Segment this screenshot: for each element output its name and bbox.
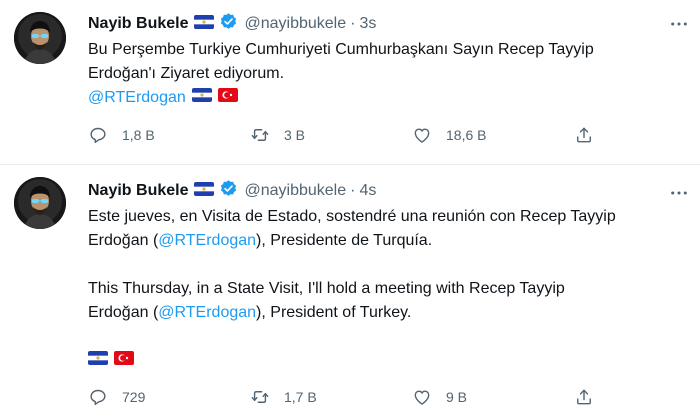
like-button[interactable]: 18,6 B xyxy=(412,125,574,145)
reply-count: 729 xyxy=(122,389,146,405)
turkey-flag-icon xyxy=(218,86,238,110)
retweet-icon xyxy=(250,125,270,145)
text-segment: Erdoğan ( xyxy=(88,304,159,321)
separator: · xyxy=(350,15,356,32)
el-salvador-flag-icon xyxy=(194,182,214,201)
action-bar: 729 1,7 B 9 B xyxy=(88,387,640,407)
turkey-flag-icon xyxy=(114,349,134,373)
reply-icon xyxy=(88,387,108,407)
like-count: 9 B xyxy=(446,389,468,405)
display-name[interactable]: Nayib Bukele xyxy=(88,182,188,200)
flags-row xyxy=(88,349,616,373)
reply-icon xyxy=(88,125,108,145)
avatar[interactable] xyxy=(14,12,66,64)
avatar-icon xyxy=(14,12,66,64)
avatar[interactable] xyxy=(14,177,66,229)
mention-row: @RTErdogan xyxy=(88,86,594,110)
tweet[interactable]: Nayib Bukele @nayibbukele · 4s Este juev… xyxy=(0,165,700,420)
el-salvador-flag-icon xyxy=(88,349,108,373)
text-line: Erdoğan'ı Ziyaret ediyorum. xyxy=(88,65,285,82)
text-line: Este jueves, en Visita de Estado, sosten… xyxy=(88,208,616,225)
mention-link[interactable]: @RTErdogan xyxy=(158,304,256,321)
tweet[interactable]: Nayib Bukele @nayibbukele · 3s Bu Perşem… xyxy=(0,0,700,165)
reply-count: 1,8 B xyxy=(122,127,155,143)
text-segment: Erdoğan ( xyxy=(88,232,159,249)
like-icon xyxy=(412,387,432,407)
text-segment: ), President of Turkey. xyxy=(256,304,412,321)
text-line: Erdoğan (@RTErdogan), President of Turke… xyxy=(88,301,616,325)
like-button[interactable]: 9 B xyxy=(412,387,574,407)
handle[interactable]: @nayibbukele xyxy=(244,182,346,200)
like-icon xyxy=(412,125,432,145)
display-name[interactable]: Nayib Bukele xyxy=(88,15,188,33)
mention-link[interactable]: @RTErdogan xyxy=(158,232,256,249)
mention-link[interactable]: @RTErdogan xyxy=(88,86,186,110)
reply-button[interactable]: 729 xyxy=(88,387,250,407)
tweet-text: Este jueves, en Visita de Estado, sosten… xyxy=(88,205,616,373)
share-button[interactable] xyxy=(574,125,594,145)
text-segment: ), Presidente de Turquía. xyxy=(256,232,433,249)
retweet-count: 3 B xyxy=(284,127,306,143)
like-count: 18,6 B xyxy=(446,127,487,143)
action-bar: 1,8 B 3 B 18,6 B xyxy=(88,125,640,145)
tweet-header: Nayib Bukele @nayibbukele · 4s xyxy=(88,179,376,203)
text-line: Erdoğan (@RTErdogan), Presidente de Turq… xyxy=(88,229,616,253)
separator: · xyxy=(350,182,356,199)
more-icon[interactable] xyxy=(670,183,688,201)
retweet-button[interactable]: 1,7 B xyxy=(250,387,412,407)
timestamp[interactable]: 4s xyxy=(359,182,376,200)
avatar-icon xyxy=(14,177,66,229)
retweet-button[interactable]: 3 B xyxy=(250,125,412,145)
retweet-count: 1,7 B xyxy=(284,389,317,405)
tweet-header: Nayib Bukele @nayibbukele · 3s xyxy=(88,12,376,36)
verified-badge-icon xyxy=(219,179,238,203)
retweet-icon xyxy=(250,387,270,407)
tweet-text: Bu Perşembe Turkiye Cumhuriyeti Cumhurba… xyxy=(88,38,594,110)
text-line: This Thursday, in a State Visit, I'll ho… xyxy=(88,280,565,297)
reply-button[interactable]: 1,8 B xyxy=(88,125,250,145)
more-icon[interactable] xyxy=(670,14,688,32)
handle[interactable]: @nayibbukele xyxy=(244,15,346,33)
share-icon xyxy=(574,125,594,145)
share-icon xyxy=(574,387,594,407)
el-salvador-flag-icon xyxy=(194,15,214,34)
timestamp[interactable]: 3s xyxy=(359,15,376,33)
el-salvador-flag-icon xyxy=(192,86,212,110)
text-line: Bu Perşembe Turkiye Cumhuriyeti Cumhurba… xyxy=(88,41,594,58)
share-button[interactable] xyxy=(574,387,594,407)
verified-badge-icon xyxy=(219,12,238,36)
